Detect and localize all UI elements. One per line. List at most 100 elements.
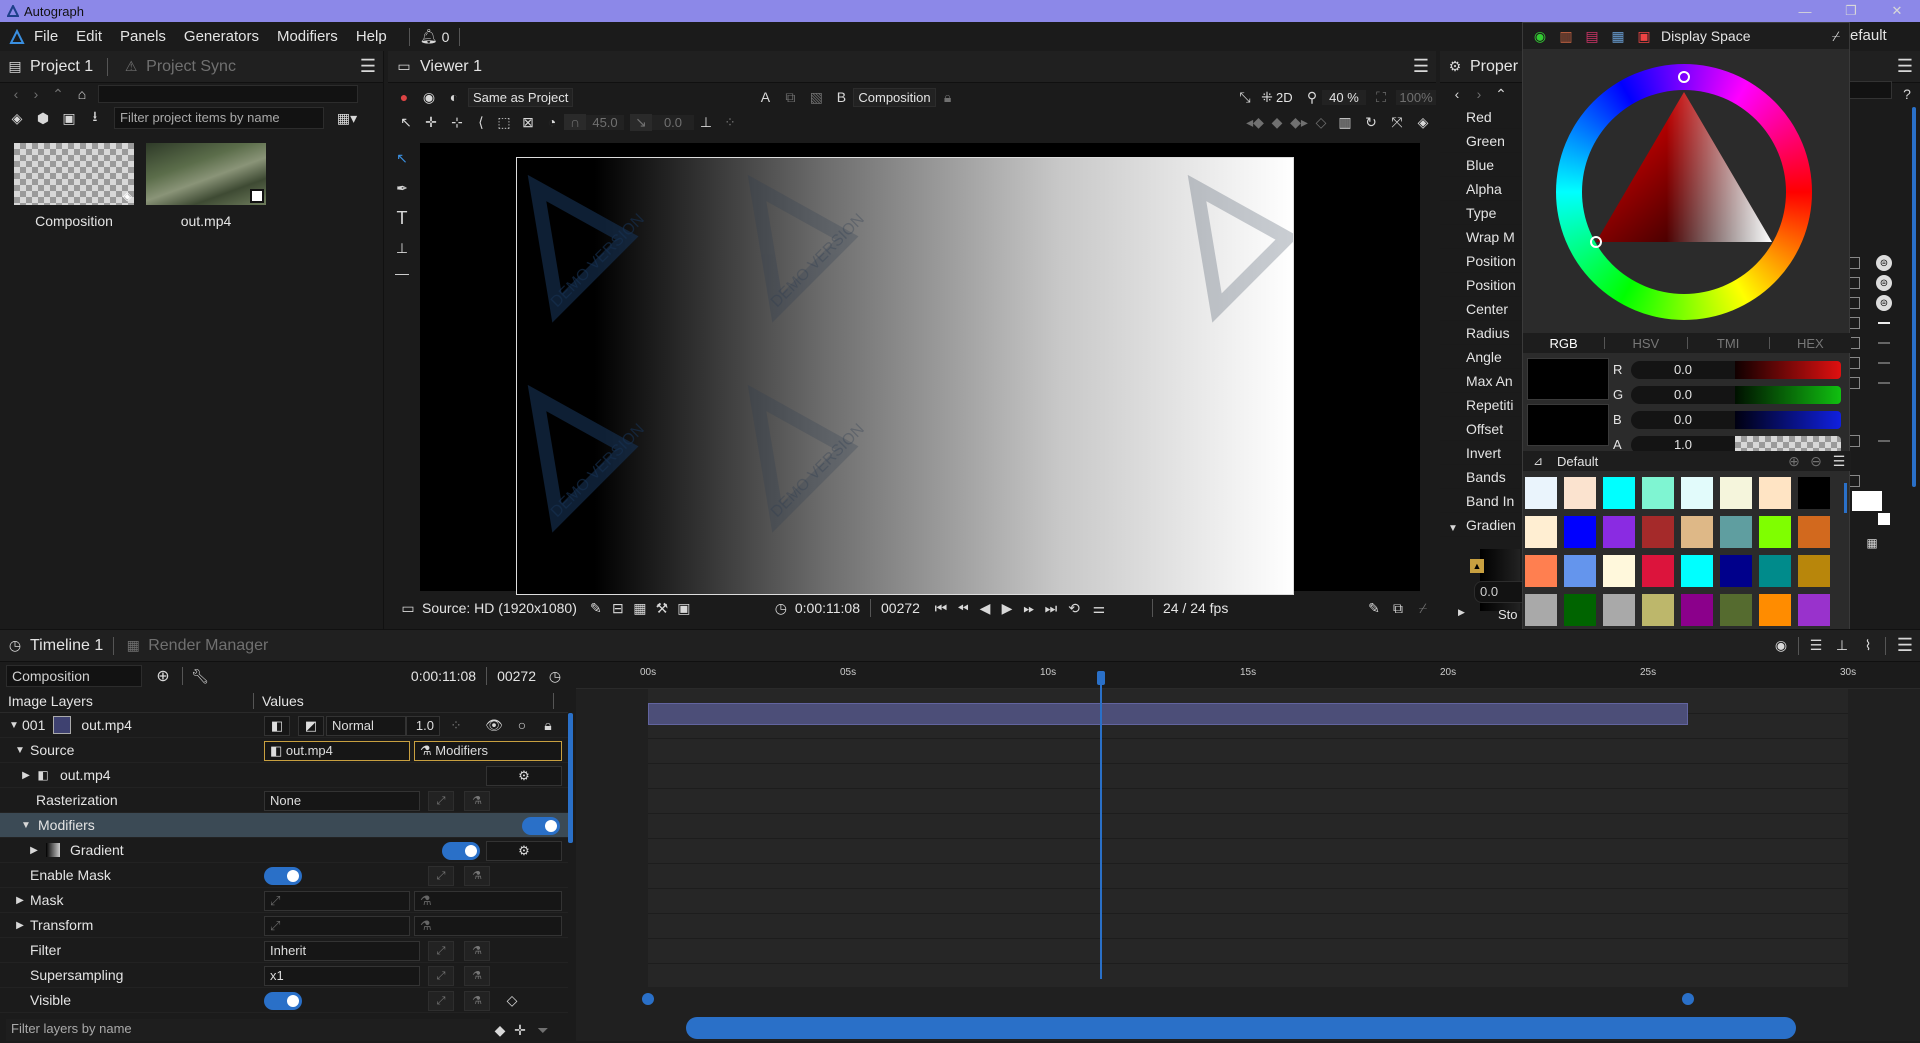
layers-icon[interactable]: ◈ <box>4 110 30 127</box>
skip-end-icon[interactable]: ⏭ <box>1040 600 1062 617</box>
field-icon[interactable]: ✎ <box>585 600 607 617</box>
skip-start-icon[interactable]: ⏮ <box>930 600 952 617</box>
color-sliders-mode-icon[interactable]: ▥ <box>1553 28 1579 45</box>
add-keyframe-icon[interactable]: ✛ <box>510 1022 530 1039</box>
project-title[interactable]: Project 1 <box>30 58 93 76</box>
up-icon[interactable]: ⌃ <box>1490 86 1512 103</box>
transform-link-field[interactable]: ⤢ <box>264 916 410 936</box>
palette-swatch[interactable] <box>1720 594 1752 626</box>
wand-icon[interactable]: ⚒ <box>651 600 673 617</box>
motion-blur-icon[interactable]: ⁘ <box>446 717 466 734</box>
palette-swatch[interactable] <box>1681 594 1713 626</box>
lock-icon[interactable]: 🔒︎ <box>936 89 960 106</box>
palette-swatch[interactable] <box>1720 477 1752 509</box>
work-area-end-handle[interactable] <box>1682 993 1694 1005</box>
palette-swatch[interactable] <box>1525 477 1557 509</box>
expand-icon[interactable]: ▶ <box>26 845 42 856</box>
channel-slider-b[interactable] <box>1735 410 1841 429</box>
layer-target-icon[interactable]: B <box>829 89 853 105</box>
up-icon[interactable]: ⌃ <box>46 86 70 103</box>
modifiers-button[interactable]: ⚗ Modifiers <box>414 741 562 761</box>
clock-icon[interactable]: ◷ <box>542 668 568 685</box>
tree-scrollbar[interactable] <box>568 713 573 843</box>
viewer-frame[interactable]: 00272 <box>881 600 920 616</box>
offset-snap-icon[interactable]: ↘ <box>630 113 652 131</box>
gradient-end-swatch[interactable] <box>1852 491 1882 511</box>
keyframe-dash[interactable] <box>1878 382 1890 384</box>
palette-swatch[interactable] <box>1798 555 1830 587</box>
gradient-stop-icon[interactable]: ▲ <box>1470 559 1484 573</box>
expand-icon[interactable]: ▶ <box>18 770 34 781</box>
new-folder-icon[interactable]: ▣ <box>56 110 82 127</box>
keyframe-nav-icon[interactable]: ◆ <box>490 1022 510 1039</box>
timeline-tracks[interactable]: 00s 05s 10s 15s 20s 25s 30s <box>576 663 1920 1041</box>
keyframe-dash[interactable] <box>1878 322 1890 324</box>
forward-icon[interactable]: › <box>1468 86 1490 102</box>
modifiers-toggle[interactable] <box>522 817 560 835</box>
link-icon[interactable]: ⤢ <box>428 791 454 811</box>
palette-swatch[interactable] <box>1720 516 1752 548</box>
comp-selector[interactable]: Composition <box>6 665 142 687</box>
properties-preset-label[interactable]: efault <box>1850 27 1887 44</box>
viewer-timecode[interactable]: 0:00:11:08 <box>795 600 860 616</box>
palette-swatch[interactable] <box>1798 594 1830 626</box>
transform-view-icon[interactable]: ⤡ <box>1232 89 1258 106</box>
color-wheel[interactable] <box>1556 64 1812 320</box>
crop-icon[interactable]: ⊠ <box>516 114 540 131</box>
maximize-icon[interactable]: ❐ <box>1828 3 1874 19</box>
grid-view-icon[interactable]: ▦▾ <box>330 110 364 127</box>
resolution-icon[interactable]: ⤧ <box>1384 114 1410 131</box>
add-layer-icon[interactable]: ⊕ <box>150 666 176 686</box>
step-back-icon[interactable]: ⏪︎ <box>952 600 974 617</box>
source-value[interactable]: ◧ out.mp4 <box>264 741 410 761</box>
palette-swatch[interactable] <box>1525 555 1557 587</box>
text-box-icon[interactable]: A <box>753 89 777 105</box>
play-icon[interactable]: ▶ <box>996 600 1018 617</box>
palette-swatch[interactable] <box>1642 477 1674 509</box>
view-mode-label[interactable]: 2D <box>1276 90 1302 105</box>
palette-swatch[interactable] <box>1681 555 1713 587</box>
timeline-title[interactable]: Timeline 1 <box>30 637 103 655</box>
channel-slider-g[interactable] <box>1735 385 1841 404</box>
properties-scrollbar[interactable] <box>1912 107 1916 487</box>
keyframe-icon[interactable]: ⊜ <box>1876 295 1892 311</box>
snap-angle-field[interactable]: 45.0 <box>586 114 624 130</box>
overlay-icon[interactable]: ⧉ <box>1386 600 1410 617</box>
overlay-grid-icon[interactable]: ▥ <box>1332 114 1358 131</box>
enable-mask-toggle[interactable] <box>264 867 302 885</box>
calendar-icon[interactable]: ▦ <box>1864 535 1880 551</box>
gradient-toggle[interactable] <box>442 842 480 860</box>
layer-filter-input[interactable]: Filter layers by name <box>6 1019 490 1041</box>
palette-swatch[interactable] <box>1798 516 1830 548</box>
expand-stops-icon[interactable]: ▶ <box>1458 607 1465 618</box>
viewer-title[interactable]: Viewer 1 <box>420 58 482 76</box>
link-icon[interactable]: ⤢ <box>428 991 454 1011</box>
palette-swatch[interactable] <box>1564 516 1596 548</box>
display-space-label[interactable]: Display Space <box>1661 28 1751 44</box>
color-space-icon[interactable]: ◐ <box>442 89 466 105</box>
solo-view-icon[interactable]: ◉ <box>1768 637 1794 654</box>
refresh-icon[interactable]: ↻ <box>1358 114 1384 131</box>
color-palette-mode-icon[interactable]: ▦ <box>1605 28 1631 45</box>
palette-swatch[interactable] <box>1525 516 1557 548</box>
tab-hsv[interactable]: HSV <box>1605 336 1686 351</box>
color-space-icon[interactable]: ▣ <box>1631 28 1657 45</box>
brush-cursor-icon[interactable]: ✎ <box>1362 600 1386 617</box>
blend-mode-select[interactable]: Normal <box>326 716 406 736</box>
grid-snap-icon[interactable]: ⁘ <box>718 114 742 131</box>
palette-swatch[interactable] <box>1525 594 1557 626</box>
panel-menu-icon[interactable]: ☰ <box>1890 635 1920 656</box>
layer-color-box[interactable] <box>53 716 72 734</box>
link-icon[interactable]: ⤢ <box>428 966 454 986</box>
checker-toggle-icon[interactable]: ▦ <box>629 600 651 617</box>
snap-offset-field[interactable]: 0.0 <box>652 114 694 130</box>
properties-title[interactable]: Proper <box>1470 58 1518 76</box>
play-reverse-icon[interactable]: ◀ <box>974 600 996 617</box>
pen-tool-icon[interactable]: ✒ <box>390 173 414 203</box>
color-triangle[interactable] <box>1556 64 1812 320</box>
work-area-start-handle[interactable] <box>642 993 654 1005</box>
loop-icon[interactable]: ⟲ <box>1062 600 1086 617</box>
skew-icon[interactable]: ⟨ <box>470 114 492 131</box>
fit-icon[interactable]: ⛶ <box>1366 89 1396 106</box>
project-path-field[interactable] <box>98 85 358 103</box>
